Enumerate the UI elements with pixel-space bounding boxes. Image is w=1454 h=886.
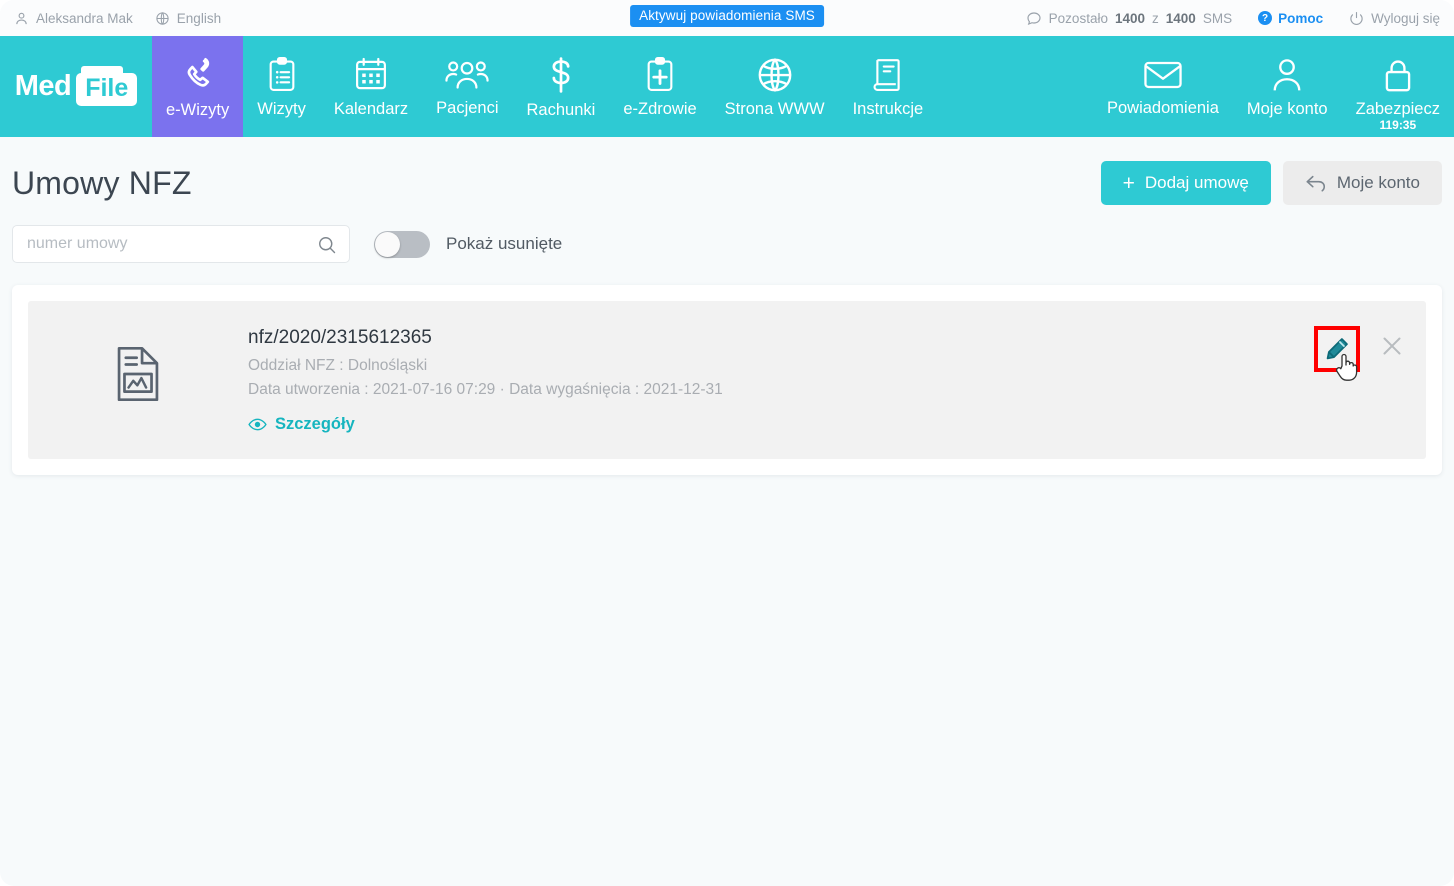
nav-label: Powiadomienia <box>1106 98 1219 117</box>
contract-branch: Oddział NFZ : Dolnośląski <box>248 357 428 374</box>
nav-item-zabezpiecz[interactable]: Zabezpiecz 119:35 <box>1342 36 1454 137</box>
show-deleted-toggle[interactable] <box>374 230 430 258</box>
chat-bubble-icon <box>1026 10 1042 26</box>
show-deleted-toggle-group: Pokaż usunięte <box>374 230 563 258</box>
contracts-card: nfz/2020/2315612365 Oddział NFZ : Dolnoś… <box>12 285 1442 475</box>
lock-icon <box>1380 56 1416 94</box>
current-user-label: Aleksandra Mak <box>36 10 133 26</box>
language-selector[interactable]: English <box>155 11 221 26</box>
row-action-buttons <box>1314 326 1404 381</box>
filter-row: Pokaż usunięte <box>0 207 1454 263</box>
calendar-icon <box>353 56 389 94</box>
contract-details: nfz/2020/2315612365 Oddział NFZ : Dolnoś… <box>248 323 1406 437</box>
nav-label: Strona WWW <box>724 99 825 118</box>
nav-label: e-Zdrowie <box>623 99 697 118</box>
nav-item-wizyty[interactable]: Wizyty <box>243 36 320 137</box>
globe-icon <box>756 56 794 94</box>
people-icon <box>445 57 489 93</box>
search-input[interactable] <box>13 226 349 262</box>
current-user[interactable]: Aleksandra Mak <box>14 11 133 26</box>
app-logo[interactable]: Med File <box>0 36 152 137</box>
application-window: Aleksandra Mak English Aktywuj powiadomi… <box>0 0 1454 886</box>
nav-item-pacjenci[interactable]: Pacjenci <box>422 36 512 137</box>
logo-text-file: File <box>76 66 138 106</box>
security-timer: 119:35 <box>1379 118 1417 132</box>
dollar-icon <box>546 55 576 95</box>
sms-quota-remaining: 1400 <box>1114 10 1146 26</box>
nav-secondary-items: Powiadomienia Moje konto Zabezpiecz 119:… <box>1093 36 1454 137</box>
page-header-actions: + Dodaj umowę Moje konto <box>1100 161 1442 205</box>
nav-label: e-Wizyty <box>166 100 230 119</box>
nav-label: Wizyty <box>257 99 306 118</box>
document-chart-icon <box>115 345 161 403</box>
activate-sms-button[interactable]: Aktywuj powiadomienia SMS <box>630 5 824 27</box>
back-arrow-icon <box>1305 174 1327 193</box>
help-label: Pomoc <box>1278 10 1324 26</box>
globe-icon <box>155 11 170 26</box>
nav-item-instrukcje[interactable]: Instrukcje <box>839 36 938 137</box>
toggle-knob <box>375 231 400 257</box>
user-icon <box>1269 56 1305 94</box>
clipboard-list-icon <box>265 56 299 94</box>
edit-contract-button[interactable] <box>1314 326 1360 381</box>
nav-item-kalendarz[interactable]: Kalendarz <box>320 36 422 137</box>
topbar-right-group: Pozostało 1400 z 1400 SMS ? Pomoc Wylogu… <box>1026 0 1440 36</box>
eye-icon <box>248 417 267 432</box>
nav-label: Kalendarz <box>333 99 409 118</box>
contract-details-link[interactable]: Szczegóły <box>248 415 355 434</box>
contract-number: nfz/2020/2315612365 <box>248 327 432 348</box>
sms-quota: Pozostało 1400 z 1400 SMS <box>1026 10 1232 26</box>
my-account-back-label: Moje konto <box>1336 173 1420 192</box>
top-utility-bar: Aleksandra Mak English Aktywuj powiadomi… <box>0 0 1454 36</box>
plus-icon: + <box>1122 171 1135 195</box>
main-navigation: Med File e-Wizyty Wizyty Kalendarz Pacje… <box>0 36 1454 137</box>
nav-item-strona-www[interactable]: Strona WWW <box>711 36 839 137</box>
logo-text-med: Med <box>14 70 72 102</box>
nav-label: Zabezpiecz <box>1355 99 1440 118</box>
nav-label: Instrukcje <box>852 99 924 118</box>
nav-item-rachunki[interactable]: Rachunki <box>513 36 610 137</box>
power-icon <box>1349 11 1364 26</box>
table-row: nfz/2020/2315612365 Oddział NFZ : Dolnoś… <box>28 301 1426 459</box>
logout-link[interactable]: Wyloguj się <box>1349 11 1440 26</box>
my-account-back-button[interactable]: Moje konto <box>1282 161 1442 205</box>
nav-label: Rachunki <box>526 100 596 119</box>
topbar-left-group: Aleksandra Mak English <box>0 11 221 26</box>
add-contract-label: Dodaj umowę <box>1144 173 1249 192</box>
nav-item-e-wizyty[interactable]: e-Wizyty <box>152 36 244 137</box>
help-link[interactable]: ? Pomoc <box>1258 11 1323 26</box>
clipboard-plus-icon <box>643 56 677 94</box>
delete-contract-button[interactable] <box>1380 326 1404 358</box>
sms-quota-mid: z <box>1152 10 1159 26</box>
nav-item-powiadomienia[interactable]: Powiadomienia <box>1093 36 1233 137</box>
sms-quota-total: 1400 <box>1165 10 1196 26</box>
add-contract-button[interactable]: + Dodaj umowę <box>1100 161 1271 205</box>
search-icon[interactable] <box>317 235 337 255</box>
envelope-icon <box>1143 57 1183 93</box>
nav-item-moje-konto[interactable]: Moje konto <box>1233 36 1342 137</box>
contract-dates: Data utworzenia : 2021-07-16 07:29 · Dat… <box>248 381 723 398</box>
sms-quota-suffix: SMS <box>1202 10 1233 26</box>
user-icon <box>14 11 29 26</box>
language-label: English <box>176 10 222 26</box>
phone-icon <box>178 55 218 95</box>
pencil-icon <box>1324 336 1350 362</box>
book-icon <box>871 56 905 94</box>
page-title: Umowy NFZ <box>12 164 192 201</box>
nav-label: Pacjenci <box>436 98 499 117</box>
logout-label: Wyloguj się <box>1371 10 1440 26</box>
contract-document-icon-wrap <box>28 323 248 403</box>
page-header: Umowy NFZ + Dodaj umowę Moje konto <box>0 137 1454 207</box>
nav-primary-items: e-Wizyty Wizyty Kalendarz Pacjenci Rachu… <box>152 36 937 137</box>
question-mark-icon: ? <box>1258 11 1273 25</box>
sms-quota-prefix: Pozostało <box>1048 10 1108 26</box>
nav-label: Moje konto <box>1246 99 1328 118</box>
show-deleted-label: Pokaż usunięte <box>446 234 563 253</box>
nav-item-e-zdrowie[interactable]: e-Zdrowie <box>609 36 710 137</box>
contract-details-label: Szczegóły <box>275 415 355 433</box>
search-box[interactable] <box>12 225 350 263</box>
